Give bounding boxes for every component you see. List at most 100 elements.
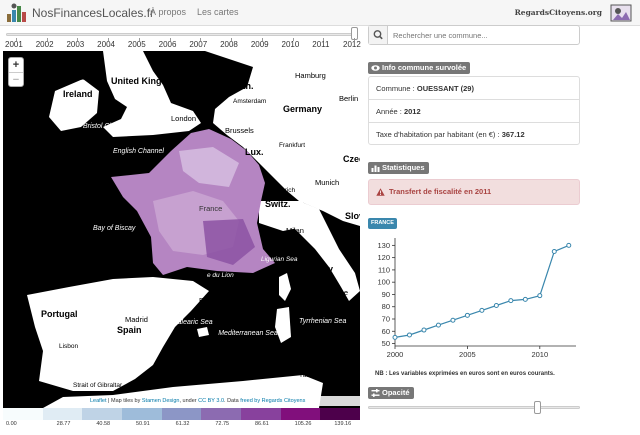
year-label-2006[interactable]: 2006 (159, 40, 177, 49)
navbar: NosFinancesLocales.fr À propos Les carte… (0, 0, 640, 26)
map-label-rome: Rome (328, 288, 349, 297)
zoom-out-button[interactable]: − (9, 72, 23, 86)
year-label-2009[interactable]: 2009 (251, 40, 269, 49)
attrib-stamen-link[interactable]: Stamen Design (142, 398, 180, 404)
color-legend (3, 408, 361, 420)
land-corsica (279, 273, 291, 301)
year-label-2003[interactable]: 2003 (66, 40, 84, 49)
year-slider-labels: 2001 2002 2003 2004 2005 2006 2007 2008 2009 2010… (0, 38, 361, 50)
legend-swatch (82, 408, 123, 420)
attrib-text-3: . Data (224, 398, 241, 404)
opacity-slider-handle[interactable] (534, 401, 542, 414)
chart-y-tick-label: 100 (377, 278, 390, 287)
note-euros: NB : Les variables exprimées en euros so… (375, 371, 555, 377)
opacity-slider-track[interactable] (368, 406, 580, 409)
chart-x-tick-label: 2000 (387, 350, 404, 359)
attrib-ccby-link[interactable]: CC BY 3.0 (198, 398, 224, 404)
legend-label: 0.00 (6, 421, 17, 427)
map-label-biscay: Bay of Biscay (93, 225, 136, 232)
map-label-gibraltar: Strait of Gibraltar (73, 382, 123, 389)
chart-y-tick-label: 50 (382, 339, 390, 348)
land-sardinia (275, 307, 291, 343)
map-label-zurich: Zurich (277, 187, 296, 194)
map-label-czech: Czec (343, 154, 360, 164)
year-label-2002[interactable]: 2002 (36, 40, 54, 49)
map-label-uk: United Kingdom (111, 76, 181, 86)
badge-france: FRANCE (368, 218, 397, 229)
map-label-mediterranean: Mediterranean Sea (218, 330, 278, 337)
chart-x-tick-label: 2010 (531, 350, 548, 359)
alert-text: Transfert de fiscalité en 2011 (389, 187, 492, 196)
nav-link-apropos[interactable]: À propos (150, 7, 186, 17)
map-label-lisbon: Lisbon (59, 343, 79, 350)
search-input[interactable] (389, 26, 579, 44)
attrib-leaflet-link[interactable]: Leaflet (90, 398, 107, 404)
year-slider-track[interactable] (6, 33, 358, 36)
stats-section-label: Statistiques (368, 162, 429, 174)
map-label-switz: Switz. (265, 199, 291, 209)
year-label-2010[interactable]: 2010 (282, 40, 300, 49)
chart-point (508, 298, 514, 304)
brand-name[interactable]: NosFinancesLocales.fr (32, 6, 154, 20)
map-label-ligurian: Ligurian Sea (261, 256, 298, 263)
partner-logo-icon[interactable] (610, 3, 632, 23)
chart-y-tick-label: 130 (377, 241, 390, 250)
year-label-2008[interactable]: 2008 (220, 40, 238, 49)
map-label-tyrrhenian: Tyrrhenian Sea (299, 318, 347, 325)
legend-swatch (3, 408, 44, 420)
stats-chart-svg: 50 60 70 80 90 100 110 120 130 2000 2005 2010 (377, 238, 576, 359)
info-row-taxe: Taxe d'habitation par habitant (en €) : … (369, 123, 579, 146)
year-label-2001[interactable]: 2001 (5, 40, 23, 49)
map-label-slov: Slov (345, 211, 360, 221)
year-label-2011[interactable]: 2011 (312, 40, 329, 49)
nav-link-cartes[interactable]: Les cartes (197, 7, 239, 17)
brand-logo-icon[interactable] (6, 2, 28, 24)
legend-label: 86.61 (255, 421, 269, 427)
year-label-2005[interactable]: 2005 (128, 40, 146, 49)
info-panel: Commune : OUESSANT (29) Année : 2012 Tax… (368, 76, 580, 145)
commune-label: Commune : (376, 84, 417, 93)
attrib-regards-link[interactable]: Regards Citoyens (262, 398, 306, 404)
search-icon (373, 30, 383, 40)
sliders-icon (371, 389, 380, 397)
map-label-frankfurt: Frankfurt (279, 142, 306, 149)
chart-point (450, 317, 456, 323)
stats-chart: 50 60 70 80 90 100 110 120 130 2000 2005 2010 (368, 232, 582, 370)
chart-point (537, 293, 543, 299)
map[interactable]: Dublin Ireland United Kingdom London Bri… (3, 51, 360, 408)
opacity-section-label: Opacité (368, 387, 414, 399)
chart-point (551, 249, 557, 254)
map-label-dublin: Dublin (65, 73, 87, 82)
year-label-2007[interactable]: 2007 (189, 40, 207, 49)
legend-swatch (42, 408, 83, 420)
map-label-amsterdam: Amsterdam (233, 98, 267, 105)
map-label-ireland: Ireland (63, 89, 93, 99)
commune-value: OUESSANT (29) (416, 84, 474, 93)
bar-chart-icon (371, 165, 380, 172)
legend-swatch (161, 408, 202, 420)
chart-y-tick-label: 60 (382, 327, 390, 336)
chart-point (522, 296, 528, 302)
legend-label: 61.32 (175, 421, 190, 427)
search-box (368, 25, 580, 45)
map-label-italy: Italy (315, 264, 334, 274)
chart-y-tick-label: 110 (378, 265, 390, 274)
legend-swatch (241, 408, 282, 420)
zoom-in-button[interactable]: + (9, 58, 23, 72)
year-label-2004[interactable]: 2004 (97, 40, 115, 49)
map-label-english-channel: English Channel (113, 148, 164, 155)
map-label-balearic: Balearic Sea (173, 319, 213, 326)
taxe-value: 367.12 (501, 130, 525, 139)
chart-x-tick-label: 2005 (459, 350, 476, 359)
legend-label: 50.91 (136, 421, 150, 427)
map-label-tunis: Tunis (299, 372, 315, 379)
map-label-portugal: Portugal (41, 309, 78, 319)
attrib-data-link[interactable]: freed by (240, 398, 261, 404)
legend-label: 105.26 (294, 421, 312, 427)
map-attribution: Leaflet | Map tiles by Stamen Design, un… (88, 396, 360, 406)
map-label-spain: Spain (117, 325, 142, 335)
partner-link[interactable]: RegardsCitoyens.org (515, 8, 602, 17)
chart-y-tick-label: 70 (382, 315, 390, 324)
year-label-2012[interactable]: 2012 (343, 40, 361, 49)
search-button[interactable] (369, 26, 388, 44)
